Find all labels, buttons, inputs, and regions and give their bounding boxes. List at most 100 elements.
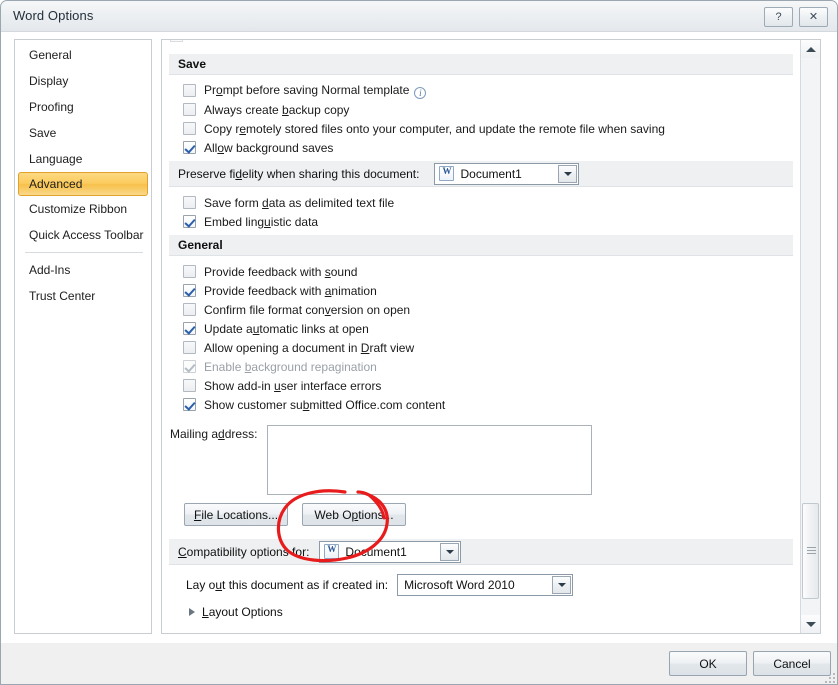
sidebar-item-label: General xyxy=(29,48,72,62)
sidebar-item-label: Add-Ins xyxy=(29,263,71,277)
word-document-icon xyxy=(324,544,340,559)
checkbox-icon[interactable] xyxy=(183,322,196,335)
arrow-up-icon xyxy=(805,46,816,52)
sidebar-item-label: Save xyxy=(29,126,57,140)
chevron-down-icon[interactable] xyxy=(440,542,460,561)
section-header-save: Save xyxy=(169,54,793,75)
compatibility-options-label: Compatibility options for: xyxy=(178,544,310,559)
sidebar-item-label: Advanced xyxy=(29,177,83,191)
checkbox-icon[interactable] xyxy=(183,84,196,97)
option-prompt-before-saving-normal-template[interactable]: Prompt before saving Normal template i xyxy=(162,81,800,100)
checkbox-icon[interactable] xyxy=(183,341,196,354)
chevron-right-icon xyxy=(189,608,195,616)
checkbox-icon[interactable] xyxy=(183,284,196,297)
chevron-down-icon[interactable] xyxy=(558,164,578,183)
web-options-button[interactable]: Web Options... xyxy=(302,503,406,526)
option-show-customer-submitted-office-content[interactable]: Show customer submitted Office.com conte… xyxy=(162,395,800,414)
scroll-up-button[interactable] xyxy=(801,40,820,58)
sidebar-item-save[interactable]: Save xyxy=(18,120,148,146)
dialog-titlebar: Word Options ? ✕ xyxy=(1,1,837,32)
preserve-fidelity-document-dropdown[interactable]: Document1 xyxy=(434,162,580,185)
scroll-down-button[interactable] xyxy=(801,615,820,633)
compatibility-document-dropdown[interactable]: Document1 xyxy=(319,540,462,563)
sidebar-item-trust-center[interactable]: Trust Center xyxy=(18,283,148,309)
sidebar-item-advanced[interactable]: Advanced xyxy=(18,172,148,196)
option-label: Save form data as delimited text file xyxy=(204,195,395,210)
sidebar-item-label: Proofing xyxy=(29,100,74,114)
option-update-automatic-links-at-open[interactable]: Update automatic links at open xyxy=(162,319,800,338)
general-options-list: Provide feedback with sound Provide feed… xyxy=(162,256,800,418)
sidebar-item-language[interactable]: Language xyxy=(18,146,148,172)
dialog-title: Word Options xyxy=(13,8,94,23)
mailing-address-input[interactable] xyxy=(267,425,593,495)
file-locations-button[interactable]: File Locations... xyxy=(184,503,288,526)
dialog-footer: OK Cancel xyxy=(1,643,837,684)
section-header-save-label: Save xyxy=(178,57,207,71)
compatibility-options-band: Compatibility options for: Document1 xyxy=(169,539,793,565)
checkbox-icon[interactable] xyxy=(183,196,196,209)
layout-version-dropdown[interactable]: Microsoft Word 2010 xyxy=(397,574,574,596)
checkbox-icon[interactable] xyxy=(183,303,196,316)
sidebar-item-label: Display xyxy=(29,74,69,88)
option-show-add-in-user-interface-errors[interactable]: Show add-in user interface errors xyxy=(162,376,800,395)
help-button[interactable]: ? xyxy=(764,7,793,27)
dialog-body: General Display Proofing Save Language A… xyxy=(1,32,837,644)
options-pane: Save Prompt before saving Normal templat… xyxy=(161,39,821,634)
option-always-create-backup-copy[interactable]: Always create backup copy xyxy=(162,100,800,119)
option-enable-background-repagination: Enable background repagination xyxy=(162,357,800,376)
sidebar-item-quick-access-toolbar[interactable]: Quick Access Toolbar xyxy=(18,222,148,248)
layout-options-expander[interactable]: Layout Options xyxy=(162,596,800,619)
resize-grip[interactable] xyxy=(821,669,835,683)
sidebar-item-general[interactable]: General xyxy=(18,42,148,68)
close-button[interactable]: ✕ xyxy=(799,7,828,27)
close-icon: ✕ xyxy=(808,10,819,23)
button-label: Web Options... xyxy=(314,507,394,522)
option-label: Confirm file format conversion on open xyxy=(204,302,411,317)
sidebar-item-display[interactable]: Display xyxy=(18,68,148,94)
vertical-scrollbar[interactable] xyxy=(800,40,820,633)
option-embed-linguistic-data[interactable]: Embed linguistic data xyxy=(162,212,800,231)
mailing-address-label: Mailing address: xyxy=(170,427,258,441)
checkbox-icon[interactable] xyxy=(183,122,196,135)
info-icon[interactable]: i xyxy=(414,86,427,99)
option-label: Prompt before saving Normal template i xyxy=(204,83,427,99)
checkbox-icon[interactable] xyxy=(183,265,196,278)
sidebar-item-label: Quick Access Toolbar xyxy=(29,228,144,242)
sidebar-item-add-ins[interactable]: Add-Ins xyxy=(18,257,148,283)
option-provide-feedback-with-sound[interactable]: Provide feedback with sound xyxy=(162,262,800,281)
sidebar-item-proofing[interactable]: Proofing xyxy=(18,94,148,120)
option-label: Enable background repagination xyxy=(204,359,377,374)
ok-button[interactable]: OK xyxy=(669,651,747,676)
layout-as-created-in-row: Lay out this document as if created in: … xyxy=(162,565,800,596)
checkbox-icon[interactable] xyxy=(183,215,196,228)
layout-as-created-in-label: Lay out this document as if created in: xyxy=(186,578,389,592)
ghost-checkbox-icon xyxy=(170,40,183,42)
option-label: Show add-in user interface errors xyxy=(204,378,382,393)
word-document-icon xyxy=(439,166,455,181)
option-confirm-file-format-conversion-on-open[interactable]: Confirm file format conversion on open xyxy=(162,300,800,319)
button-label: File Locations... xyxy=(193,507,279,522)
cancel-button[interactable]: Cancel xyxy=(753,651,831,676)
option-save-form-data-as-delimited-text-file[interactable]: Save form data as delimited text file xyxy=(162,193,800,212)
advanced-button-row: File Locations... Web Options... xyxy=(162,495,800,526)
option-label: Provide feedback with sound xyxy=(204,264,358,279)
checkbox-icon[interactable] xyxy=(183,103,196,116)
checkbox-icon[interactable] xyxy=(183,398,196,411)
option-allow-opening-document-in-draft-view[interactable]: Allow opening a document in Draft view xyxy=(162,338,800,357)
ok-button-label: OK xyxy=(699,656,717,671)
checkbox-icon[interactable] xyxy=(183,379,196,392)
scrollbar-thumb[interactable] xyxy=(802,503,819,599)
checkbox-icon[interactable] xyxy=(183,141,196,154)
help-icon: ? xyxy=(775,10,782,23)
option-provide-feedback-with-animation[interactable]: Provide feedback with animation xyxy=(162,281,800,300)
checkbox-icon xyxy=(183,360,196,373)
save-options-list: Prompt before saving Normal template i Al… xyxy=(162,75,800,161)
grip-icon xyxy=(807,547,816,554)
chevron-down-icon[interactable] xyxy=(552,576,572,594)
clipped-scrolled-row xyxy=(162,40,800,54)
dropdown-value: Document1 xyxy=(460,166,522,181)
preserve-fidelity-band: Preserve fidelity when sharing this docu… xyxy=(169,161,793,187)
option-copy-remotely-stored-files[interactable]: Copy remotely stored files onto your com… xyxy=(162,119,800,138)
option-allow-background-saves[interactable]: Allow background saves xyxy=(162,138,800,157)
sidebar-item-customize-ribbon[interactable]: Customize Ribbon xyxy=(18,196,148,222)
